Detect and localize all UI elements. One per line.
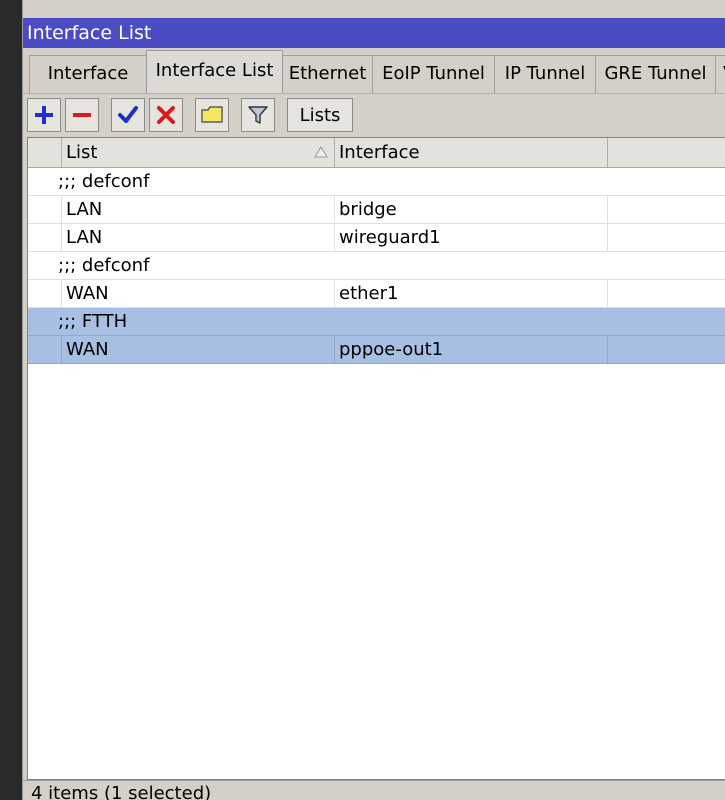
row-gutter (28, 336, 62, 363)
interface-list-window: Interface List Interface Interface List … (22, 0, 725, 800)
tab-vlan[interactable]: VLAN (715, 55, 725, 93)
cell-list: WAN (62, 280, 335, 307)
header-gutter (28, 138, 62, 167)
tab-bar: Interface Interface List Ethernet EoIP T… (23, 48, 725, 93)
status-bar: 4 items (1 selected) (23, 780, 725, 800)
tab-interface-list[interactable]: Interface List (146, 50, 283, 93)
enable-button[interactable] (111, 98, 145, 132)
filter-funnel-icon (248, 106, 268, 124)
row-comment: ;;; defconf (58, 171, 150, 192)
table-row-selected[interactable]: WAN pppoe-out1 (28, 336, 725, 364)
comment-note-icon (201, 106, 223, 123)
cell-interface: ether1 (335, 280, 608, 307)
column-header-interface[interactable]: Interface (335, 138, 608, 167)
table-row[interactable]: WAN ether1 (28, 280, 725, 308)
table-row[interactable]: LAN bridge (28, 196, 725, 224)
table-header: List Interface (28, 138, 725, 168)
remove-button[interactable] (65, 98, 99, 132)
cell-list: WAN (62, 336, 335, 363)
row-gutter (28, 196, 62, 223)
add-icon (35, 106, 53, 124)
tab-ip-tunnel[interactable]: IP Tunnel (494, 55, 596, 93)
tab-gre-tunnel[interactable]: GRE Tunnel (595, 55, 716, 93)
table-row-selected[interactable]: ;;; FTTH (28, 308, 725, 336)
row-gutter (28, 224, 62, 251)
table-row[interactable]: ;;; defconf (28, 168, 725, 196)
disable-x-icon (157, 106, 175, 124)
row-comment: ;;; defconf (58, 255, 150, 276)
row-gutter (28, 280, 62, 307)
add-button[interactable] (27, 98, 61, 132)
remove-icon (73, 113, 91, 117)
tab-eoip-tunnel[interactable]: EoIP Tunnel (372, 55, 495, 93)
tab-ethernet[interactable]: Ethernet (282, 55, 373, 93)
cell-interface: wireguard1 (335, 224, 608, 251)
lists-button[interactable]: Lists (287, 98, 353, 132)
cell-interface: bridge (335, 196, 608, 223)
window-title: Interface List (23, 18, 725, 48)
column-header-list[interactable]: List (62, 138, 335, 167)
table-row[interactable]: ;;; defconf (28, 252, 725, 280)
cell-list: LAN (62, 224, 335, 251)
table-row[interactable]: LAN wireguard1 (28, 224, 725, 252)
filter-button[interactable] (241, 98, 275, 132)
disable-button[interactable] (149, 98, 183, 132)
toolbar: Lists (23, 93, 725, 135)
comment-button[interactable] (195, 98, 229, 132)
cell-list: LAN (62, 196, 335, 223)
cell-interface: pppoe-out1 (335, 336, 608, 363)
sort-ascending-icon (314, 146, 328, 158)
interface-list-table: List Interface ;;; defconf LAN bridge LA… (27, 137, 725, 780)
tab-interface[interactable]: Interface (29, 55, 147, 93)
enable-check-icon (118, 106, 138, 123)
row-comment: ;;; FTTH (58, 311, 128, 332)
column-header-empty (608, 138, 725, 167)
column-header-list-label: List (66, 142, 98, 163)
